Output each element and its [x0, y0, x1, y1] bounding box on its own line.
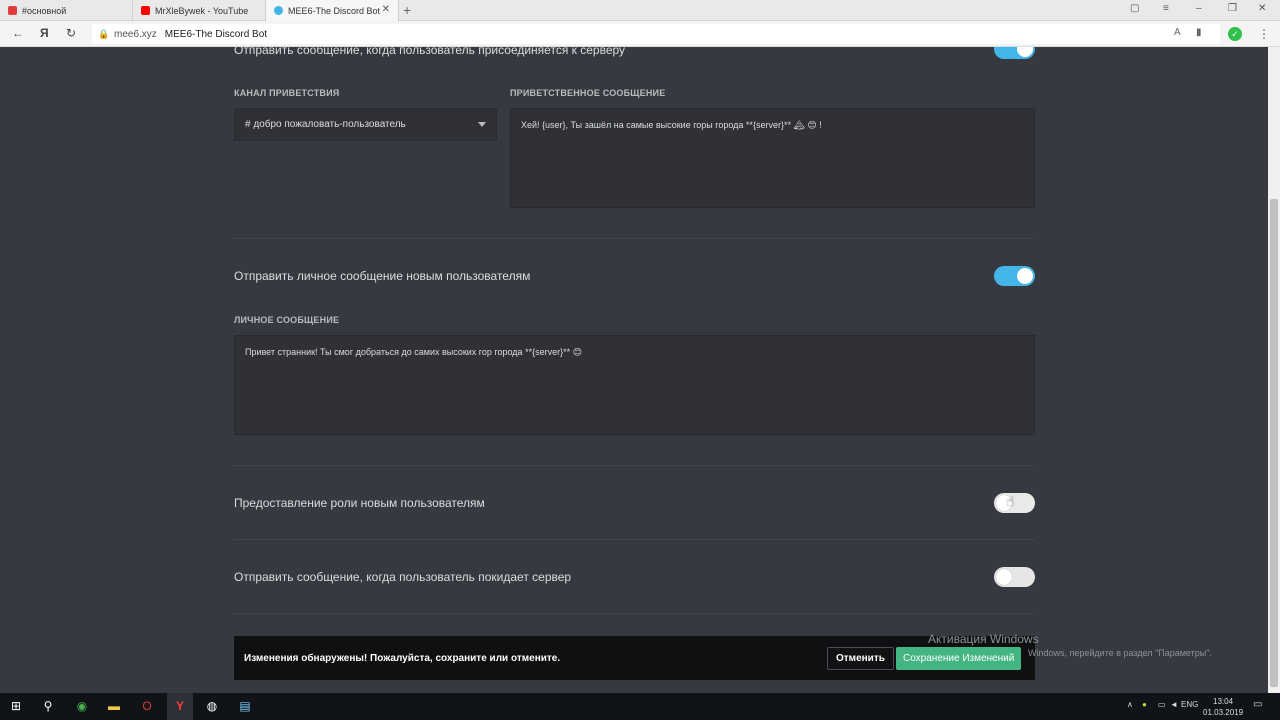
- welcome-channel-select[interactable]: # добро пожаловать-пользователь: [234, 108, 497, 141]
- divider: [234, 613, 1035, 614]
- cancel-button[interactable]: Отменить: [827, 647, 894, 670]
- tray-app-icon[interactable]: ●: [1142, 700, 1147, 709]
- divider: [234, 465, 1035, 466]
- extension-check-icon[interactable]: ✓: [1228, 27, 1242, 41]
- discord-favicon-icon: [8, 6, 17, 15]
- new-tab-icon[interactable]: +: [403, 2, 411, 18]
- tab-title: #основной: [22, 5, 67, 16]
- lock-icon: 🔒: [98, 28, 110, 39]
- leave-toggle-label: Отправить сообщение, когда пользователь …: [234, 570, 572, 584]
- welcome-message-textarea[interactable]: Хей! {user}, Ты зашёл на самые высокие г…: [510, 108, 1035, 208]
- windows-activation-text: Windows, перейдите в раздел "Параметры".: [1028, 648, 1212, 658]
- welcome-channel-label: КАНАЛ ПРИВЕТСТВИЯ: [234, 88, 340, 98]
- translate-icon[interactable]: A: [1174, 27, 1181, 38]
- scrollbar-thumb[interactable]: [1270, 199, 1278, 687]
- dm-message-textarea[interactable]: Привет странник! Ты смог добраться до са…: [234, 335, 1035, 435]
- close-window-icon[interactable]: ✕: [1258, 3, 1266, 14]
- back-icon[interactable]: ←: [12, 26, 24, 40]
- yandex-icon[interactable]: Я: [40, 26, 49, 40]
- url-page-title: MEE6-The Discord Bot: [164, 28, 268, 40]
- dm-toggle[interactable]: [994, 266, 1035, 286]
- save-changes-button[interactable]: Сохранение Изменений: [896, 647, 1022, 670]
- clock[interactable]: 13:04 01.03.2019: [1203, 696, 1243, 718]
- chevron-down-icon: [478, 122, 486, 127]
- notepad-icon[interactable]: ▤: [237, 698, 253, 714]
- file-explorer-icon[interactable]: ▬: [106, 698, 122, 714]
- join-message-toggle-label: Отправить сообщение, когда пользователь …: [234, 47, 626, 57]
- restore-icon[interactable]: ❐: [1228, 3, 1237, 14]
- yandex-browser-icon[interactable]: Y: [172, 698, 188, 714]
- join-message-toggle[interactable]: [994, 47, 1035, 59]
- minimize-icon[interactable]: –: [1196, 3, 1202, 14]
- unsaved-changes-message: Изменения обнаружены! Пожалуйста, сохран…: [244, 652, 561, 664]
- divider: [234, 238, 1035, 239]
- url-domain: mee6.xyz: [114, 28, 157, 40]
- url-field[interactable]: 🔒 mee6.xyz MEE6-The Discord Bot: [92, 24, 1220, 44]
- mee6-favicon-icon: [274, 6, 283, 15]
- tab-title: MEE6-The Discord Bot: [288, 5, 381, 16]
- obs-icon[interactable]: ◍: [204, 698, 220, 714]
- notifications-icon[interactable]: ▭: [1253, 699, 1262, 710]
- youtube-favicon-icon: [141, 6, 150, 15]
- welcome-message-text: Хей! {user}, Ты зашёл на самые высокие г…: [521, 120, 822, 130]
- unsaved-changes-bar: Изменения обнаружены! Пожалуйста, сохран…: [234, 636, 1035, 680]
- windows-start-icon[interactable]: ⊞: [8, 698, 24, 714]
- dm-message-label: ЛИЧНОЕ СООБЩЕНИЕ: [234, 315, 340, 325]
- tab-mee6[interactable]: MEE6-The Discord Bot ✕: [266, 0, 399, 21]
- tab-title: MrXleBywek - YouTube: [155, 5, 249, 16]
- clock-date: 01.03.2019: [1203, 708, 1244, 717]
- divider: [234, 539, 1035, 540]
- close-tab-icon[interactable]: ✕: [382, 4, 390, 15]
- language-indicator[interactable]: ENG: [1181, 700, 1198, 709]
- tab-discord[interactable]: #основной: [0, 0, 133, 21]
- welcome-channel-value: # добро пожаловать-пользователь: [245, 119, 406, 130]
- volume-icon[interactable]: ◄: [1170, 700, 1178, 709]
- reload-icon[interactable]: ↻: [66, 26, 76, 40]
- chrome-icon[interactable]: ◉: [74, 698, 90, 714]
- address-bar: ← Я ↻ 🔒 mee6.xyz MEE6-The Discord Bot A …: [0, 21, 1280, 47]
- mouse-cursor-icon: ☝: [1006, 493, 1015, 509]
- mee6-welcome-settings: Отправить сообщение, когда пользователь …: [0, 47, 1268, 693]
- opera-icon[interactable]: O: [139, 698, 155, 714]
- role-toggle-label: Предоставление роли новым пользователям: [234, 496, 485, 510]
- dm-toggle-label: Отправить личное сообщение новым пользов…: [234, 269, 531, 283]
- leave-toggle[interactable]: [994, 567, 1035, 587]
- more-icon[interactable]: ⋮: [1258, 27, 1270, 41]
- bookmark-icon[interactable]: ▮: [1196, 27, 1202, 38]
- clock-time: 13:04: [1213, 697, 1234, 706]
- tray-expand-icon[interactable]: ∧: [1127, 700, 1133, 709]
- tab-youtube[interactable]: MrXleBywek - YouTube: [133, 0, 266, 21]
- windows-activation-title: Активация Windows: [928, 632, 1039, 646]
- search-icon[interactable]: ⚲: [40, 698, 56, 714]
- tabs-overview-icon[interactable]: ▢: [1130, 3, 1139, 14]
- page-scrollbar[interactable]: [1268, 47, 1280, 693]
- network-icon[interactable]: ▭: [1158, 700, 1166, 709]
- browser-tab-bar: #основной MrXleBywek - YouTube MEE6-The …: [0, 0, 1280, 21]
- windows-taskbar: ⊞ ⚲ ◉ ▬ O Y ◍ ▤ ∧ ● ▭ ◄ ENG 13:04 01.03.…: [0, 693, 1280, 720]
- dm-message-text: Привет странник! Ты смог добраться до са…: [245, 347, 582, 357]
- welcome-message-label: ПРИВЕТСТВЕННОЕ СООБЩЕНИЕ: [510, 88, 666, 98]
- menu-icon[interactable]: ≡: [1163, 3, 1169, 14]
